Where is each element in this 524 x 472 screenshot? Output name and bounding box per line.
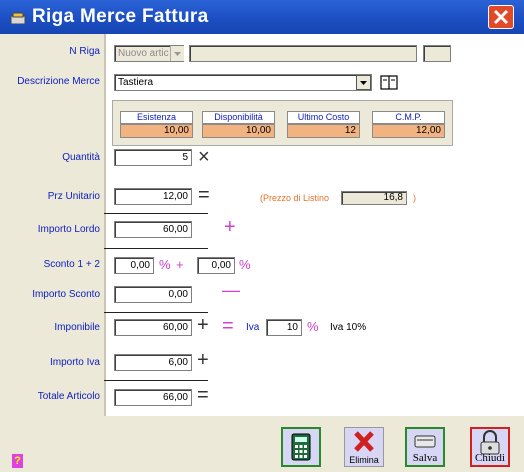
sconto1-percent: % xyxy=(159,257,171,272)
sconto2-input[interactable]: 0,00 xyxy=(197,257,235,274)
plus-sign-iva: + xyxy=(197,349,209,371)
iva-label: Iva xyxy=(246,322,260,333)
descrizione-dropdown-button[interactable] xyxy=(356,75,371,90)
label-imponibile: Imponibile xyxy=(54,322,100,333)
listino-suffix: ) xyxy=(413,193,416,203)
iva-percent: % xyxy=(307,319,319,334)
n-riga-dropdown-button[interactable] xyxy=(170,46,184,61)
importo-iva-field[interactable]: 6,00 xyxy=(114,354,192,371)
label-panel xyxy=(0,34,104,472)
window-title: Riga Merce Fattura xyxy=(32,6,209,27)
n-riga-detail-field xyxy=(189,45,417,62)
n-riga-extra-field xyxy=(423,45,451,62)
chiudi-button[interactable]: Chiudi xyxy=(470,427,510,467)
label-descrizione: Descrizione Merce xyxy=(17,76,100,87)
close-button[interactable] xyxy=(488,5,514,29)
sconto2-percent: % xyxy=(239,257,251,272)
chevron-down-icon xyxy=(360,81,367,85)
equals-sign-iva: = xyxy=(222,315,234,337)
app-icon xyxy=(10,12,26,24)
stat-ultimo-costo-label: Ultimo Costo xyxy=(287,111,360,124)
book-button[interactable] xyxy=(380,74,398,91)
label-sconto: Sconto 1 + 2 xyxy=(43,259,100,270)
iva-description: Iva 10% xyxy=(330,322,367,333)
prz-unitario-input[interactable]: 12,00 xyxy=(114,188,192,205)
stat-esistenza-label: Esistenza xyxy=(120,111,193,124)
label-quantita: Quantità xyxy=(62,152,100,163)
n-riga-value: Nuovo artic xyxy=(118,48,169,59)
listino-prefix: (Prezzo di Listino xyxy=(260,193,330,203)
elimina-button[interactable]: Elimina xyxy=(344,427,384,467)
close-icon xyxy=(493,9,509,25)
chiudi-label: Chiudi xyxy=(475,452,505,464)
stat-disponibilita-label: Disponibilità xyxy=(202,111,275,124)
importo-lordo-field[interactable]: 60,00 xyxy=(114,221,192,238)
times-sign: × xyxy=(198,146,210,168)
quantita-input[interactable]: 5 xyxy=(114,149,192,166)
sum-divider-3 xyxy=(104,312,208,313)
descrizione-combo[interactable]: Tastiera xyxy=(114,74,372,91)
stat-disponibilita-value: 10,00 xyxy=(202,124,275,138)
plus-sign-lordo: + xyxy=(224,216,236,238)
salva-button[interactable]: Salva xyxy=(405,427,445,467)
sconto-plus-sign: + xyxy=(176,257,184,272)
calculator-icon xyxy=(291,433,311,461)
plus-sign-imponibile: + xyxy=(197,314,209,336)
stat-cmp-value: 12,00 xyxy=(372,124,445,138)
equals-sign-totale: = xyxy=(197,384,209,406)
label-importo-sconto: Importo Sconto xyxy=(32,289,100,300)
help-button[interactable]: ? xyxy=(12,454,23,468)
totale-field[interactable]: 66,00 xyxy=(114,389,192,406)
label-importo-iva: Importo Iva xyxy=(49,357,100,368)
sum-divider-2 xyxy=(104,248,208,249)
stat-esistenza-value: 10,00 xyxy=(120,124,193,138)
descrizione-value: Tastiera xyxy=(118,77,154,88)
stat-ultimo-costo-value: 12 xyxy=(287,124,360,138)
salva-label: Salva xyxy=(412,452,438,464)
book-icon xyxy=(380,75,398,90)
sum-divider-1 xyxy=(104,213,208,214)
listino-value: 16,8 xyxy=(341,191,407,205)
iva-input[interactable]: 10 xyxy=(266,319,302,336)
elimina-label: Elimina xyxy=(349,455,379,465)
imponibile-field[interactable]: 60,00 xyxy=(114,319,192,336)
sconto1-input[interactable]: 0,00 xyxy=(114,257,154,274)
stat-cmp-label: C.M.P. xyxy=(372,111,445,124)
sum-divider-4 xyxy=(104,380,208,381)
chevron-down-icon xyxy=(174,52,181,56)
importo-sconto-field[interactable]: 0,00 xyxy=(114,286,192,303)
label-n-riga: N Riga xyxy=(69,46,100,57)
delete-icon xyxy=(354,431,374,452)
minus-sign: — xyxy=(222,280,240,300)
label-importo-lordo: Importo Lordo xyxy=(37,224,100,235)
label-prz-unitario: Prz Unitario xyxy=(47,191,100,202)
equals-sign-prz: = xyxy=(198,184,210,206)
label-totale: Totale Articolo xyxy=(37,391,100,402)
calculator-button[interactable] xyxy=(281,427,321,467)
